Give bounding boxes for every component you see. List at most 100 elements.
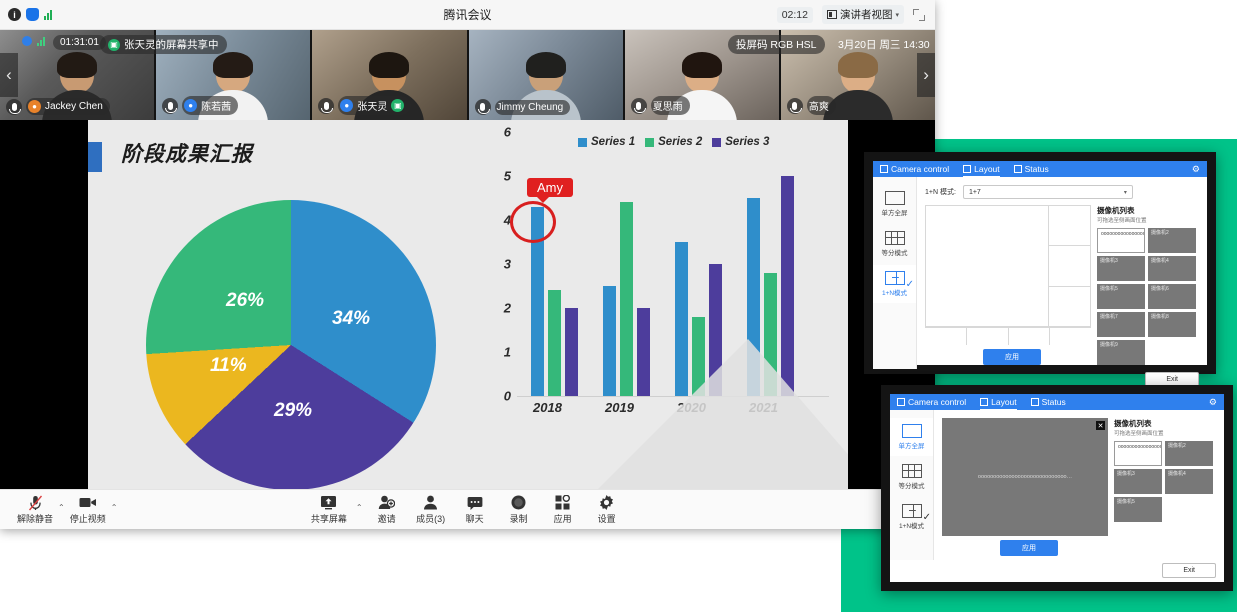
camera-thumbnail[interactable]: 摄像机2 [1165,441,1213,466]
y-tick-5: 5 [503,168,511,184]
camera-thumbnail[interactable]: 摄像机4 [1165,469,1213,494]
camera-thumbnail[interactable]: 摄像机8 [1148,312,1196,337]
view-mode-selector[interactable]: 演讲者视图 ▾ [821,5,904,24]
chevron-down-icon: ▾ [1123,189,1127,196]
sidebar-item-label: 1+N模式 [881,290,908,297]
mic-icon[interactable] [318,97,335,114]
equal-grid-icon [884,231,905,245]
close-icon[interactable]: ✕ [1096,421,1105,430]
apply-button[interactable]: 应用 [983,349,1041,365]
layout-bottom-cell-2[interactable] [967,328,1009,345]
invite-icon [378,494,396,511]
camera-thumbnail[interactable]: 摄像机7 [1097,312,1145,337]
annotation-amy-circle [510,201,556,243]
layout-grid-wrapper[interactable]: 应用 [925,205,1091,365]
strip-next-button[interactable]: › [917,53,936,97]
tab-layout[interactable]: Layout [980,394,1017,410]
toolbar-share-screen-button[interactable]: 共享屏幕 [306,494,352,525]
tab-label: Camera control [891,164,950,174]
chevron-up-icon[interactable]: ⌃ [111,503,118,525]
apply-row-top: 应用 [925,349,1091,365]
shield-icon [22,36,32,46]
sidebar-item-single-fullscreen[interactable]: 单方全屏 [873,185,916,223]
layout-icon [980,398,989,406]
view-mode-label: 演讲者视图 [839,9,893,21]
sidebar-item-one-plus-n[interactable]: 1+N模式 ✓ [890,498,933,536]
toolbar-participants-button[interactable]: 成员(3) [411,494,451,525]
camera-thumbnail[interactable]: oooooooooooooooooooooooooooooo… [1114,441,1162,466]
camera-thumbnail[interactable]: 摄像机5 [1097,284,1145,309]
strip-prev-button[interactable]: ‹ [0,53,18,97]
camera-thumbnail-grid: oooooooooooooooooooooooooooooo… 摄像机2 摄像机… [1114,441,1218,522]
tab-camera-control[interactable]: Camera control [897,394,966,410]
mode-label: 1+N 模式: [925,189,956,196]
mic-icon[interactable] [6,98,22,115]
camera-panel-tabs-top: Camera control Layout Status ⚙ [873,161,1207,177]
toolbar-participants-label: 成员(3) [416,514,446,524]
y-tick-6: 6 [503,124,511,140]
layout-grid [925,205,1091,327]
participant-nametag-0: ● Jackey Chen [6,98,110,115]
sidebar-item-single-fullscreen[interactable]: 单方全屏 [890,418,933,456]
participant-nametag-2: ● 张天灵 ▣ [318,96,412,115]
layout-main-cell[interactable] [926,206,1050,326]
camera-thumbnail[interactable]: 摄像机3 [1097,256,1145,281]
camera-thumbnail[interactable]: 摄像机6 [1148,284,1196,309]
mic-icon[interactable] [474,99,491,115]
camera-thumbnail[interactable]: 摄像机2 [1148,228,1196,253]
toolbar-apps-button[interactable]: 应用 [543,494,583,525]
tab-label: Camera control [908,397,967,407]
expand-icon[interactable] [913,8,925,21]
gear-icon[interactable]: ⚙ [1192,164,1200,175]
camera-thumbnail[interactable]: 摄像机5 [1114,497,1162,522]
video-tile-2[interactable]: ● 张天灵 ▣ [312,30,467,120]
date-badge: 3月20日 周三 14:30 [838,39,930,51]
gear-icon[interactable]: ⚙ [1209,397,1217,408]
sidebar-item-label: 等分模式 [898,483,925,490]
mic-icon[interactable] [630,97,647,114]
layout-side-cell-3[interactable] [1049,287,1090,326]
layout-bottom-cell-3[interactable] [1009,328,1051,345]
sidebar-item-equal-grid[interactable]: 等分模式 [890,458,933,496]
toolbar-mute-button[interactable]: 解除静音 [12,494,58,525]
camera-thumbnail[interactable]: 摄像机3 [1114,469,1162,494]
tab-label: Layout [974,164,1000,174]
camera-thumbnail[interactable]: 摄像机9 [1097,340,1145,365]
y-tick-3: 3 [503,256,511,272]
layout-side-cell-1[interactable] [1049,206,1090,247]
toolbar-settings-button[interactable]: 设置 [587,494,627,525]
x-tick-2021: 2021 [749,400,778,415]
camera-thumbnail[interactable]: 摄像机4 [1148,256,1196,281]
bar-2019-series1 [603,286,616,396]
video-tile-3[interactable]: Jimmy Cheung [468,30,623,120]
toolbar-video-button[interactable]: 停止视频 [65,494,111,525]
sidebar-item-one-plus-n[interactable]: 1+N模式 ✓ [873,265,916,303]
layout-bottom-cell-4[interactable] [1050,328,1091,345]
apply-button[interactable]: 应用 [1000,540,1058,556]
layout-side-cell-2[interactable] [1049,246,1090,287]
tab-status[interactable]: Status [1030,394,1066,410]
tab-layout[interactable]: Layout [963,161,1000,177]
chevron-up-icon[interactable]: ⌃ [58,503,65,525]
camera-thumbnail[interactable]: oooooooooooooooooooooooooooooo… [1097,228,1145,253]
mic-icon[interactable] [162,97,179,114]
toolbar-record-button[interactable]: 录制 [499,494,539,525]
camera-preview[interactable]: ooooooooooooooooooooooooooooo… ✕ [942,418,1108,536]
toolbar-invite-button[interactable]: 邀请 [367,494,407,525]
presentation-slide: 阶段成果汇报 34% 29% 11% 26% April May [88,120,848,489]
chevron-up-icon[interactable]: ⌃ [356,503,363,525]
tab-camera-control[interactable]: Camera control [880,161,949,177]
bar-2018-series3 [565,308,578,396]
mode-dropdown[interactable]: 1+7 ▾ [962,185,1133,199]
tab-label: Status [1024,164,1049,174]
mic-icon[interactable] [786,97,803,114]
toolbar-video-label: 停止视频 [69,514,106,524]
sidebar-item-equal-grid[interactable]: 等分模式 [873,225,916,263]
exit-button[interactable]: Exit [1162,563,1216,578]
mic-muted-icon [28,494,43,511]
layout-bottom-cell-1[interactable] [925,328,967,345]
bar-group-2019 [603,202,650,396]
toolbar-chat-button[interactable]: 聊天 [455,494,495,525]
chat-icon [467,494,483,511]
tab-status[interactable]: Status [1013,161,1049,177]
